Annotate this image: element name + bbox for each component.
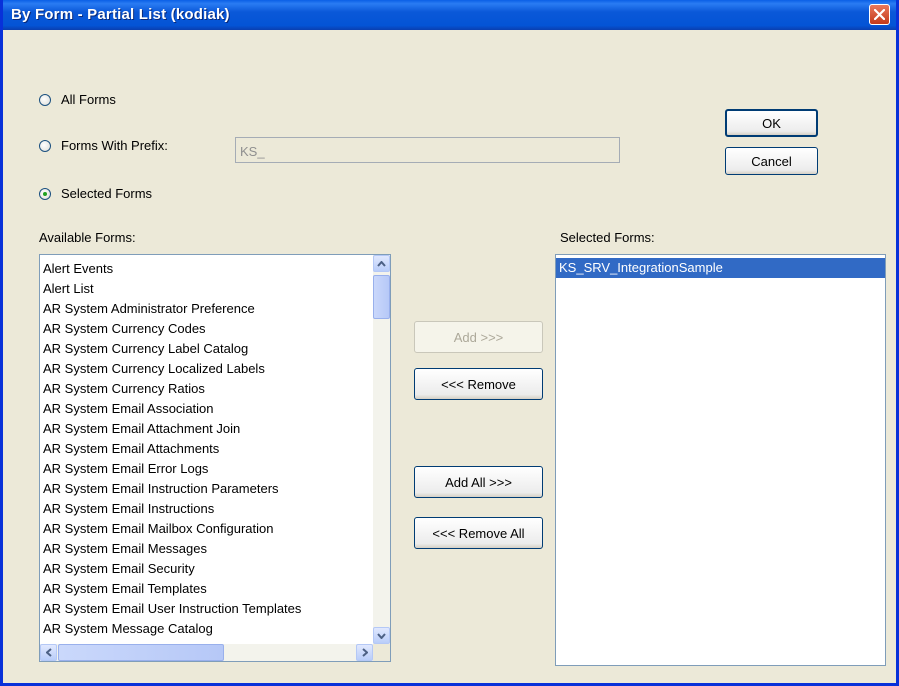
remove-all-button[interactable]: <<< Remove All: [414, 517, 543, 549]
scroll-down-button[interactable]: [373, 627, 390, 644]
list-item[interactable]: AR System Email Attachment Join: [40, 419, 390, 439]
all-forms-radio[interactable]: [39, 93, 51, 106]
list-item[interactable]: AR System Message Catalog: [40, 619, 390, 639]
prefix-radio[interactable]: [39, 139, 51, 152]
list-item[interactable]: AR System Administrator Preference: [40, 299, 390, 319]
selected-forms-option-label: Selected Forms: [61, 186, 153, 201]
dialog-window: By Form - Partial List (kodiak) All Form…: [0, 0, 899, 686]
prefix-option[interactable]: Forms With Prefix:: [39, 138, 168, 153]
scroll-corner: [373, 644, 390, 661]
list-item[interactable]: AR System Currency Ratios: [40, 379, 390, 399]
prefix-label: Forms With Prefix:: [61, 138, 168, 153]
arrow-left-icon: [45, 648, 52, 657]
list-item[interactable]: AR System Currency Label Catalog: [40, 339, 390, 359]
list-item[interactable]: AR System Email Association: [40, 399, 390, 419]
horizontal-scrollbar[interactable]: [40, 644, 373, 661]
vertical-scrollbar[interactable]: [373, 255, 390, 644]
selected-forms-option[interactable]: Selected Forms: [39, 186, 152, 201]
scroll-up-button[interactable]: [373, 255, 390, 272]
list-item[interactable]: KS_SRV_IntegrationSample: [556, 258, 885, 278]
list-item[interactable]: AR System Currency Localized Labels: [40, 359, 390, 379]
vertical-scroll-thumb[interactable]: [373, 275, 390, 319]
title-bar[interactable]: By Form - Partial List (kodiak): [3, 0, 896, 30]
all-forms-option[interactable]: All Forms: [39, 92, 116, 107]
list-item[interactable]: AR System Email Instructions: [40, 499, 390, 519]
list-item[interactable]: AR System Email User Instruction Templat…: [40, 599, 390, 619]
arrow-down-icon: [377, 632, 386, 639]
cancel-button[interactable]: Cancel: [725, 147, 818, 175]
close-button[interactable]: [869, 4, 890, 25]
all-forms-label: All Forms: [61, 92, 116, 107]
arrow-right-icon: [361, 648, 368, 657]
list-item[interactable]: AR System Email Messages: [40, 539, 390, 559]
list-item[interactable]: AR System Email Templates: [40, 579, 390, 599]
add-all-button[interactable]: Add All >>>: [414, 466, 543, 498]
list-item[interactable]: Alert List: [40, 279, 390, 299]
selected-forms-radio[interactable]: [39, 187, 51, 200]
selected-forms-label: Selected Forms:: [560, 230, 655, 245]
window-title: By Form - Partial List (kodiak): [11, 6, 230, 23]
close-icon: [874, 9, 885, 20]
prefix-input[interactable]: KS_: [235, 137, 620, 163]
list-item[interactable]: AR System Email Error Logs: [40, 459, 390, 479]
scroll-left-button[interactable]: [40, 644, 57, 661]
arrow-up-icon: [377, 260, 386, 267]
available-forms-label: Available Forms:: [39, 230, 136, 245]
list-item[interactable]: AR System Email Attachments: [40, 439, 390, 459]
scroll-right-button[interactable]: [356, 644, 373, 661]
list-item[interactable]: AR System Email Mailbox Configuration: [40, 519, 390, 539]
horizontal-scroll-thumb[interactable]: [58, 644, 224, 661]
list-item[interactable]: Alert Events: [40, 259, 390, 279]
list-item[interactable]: AR System Currency Codes: [40, 319, 390, 339]
available-forms-list[interactable]: Alert Events Alert List AR System Administ…: [39, 254, 391, 662]
selected-forms-list[interactable]: KS_SRV_IntegrationSample: [555, 254, 886, 666]
list-item[interactable]: AR System Email Security: [40, 559, 390, 579]
add-button[interactable]: Add >>>: [414, 321, 543, 353]
list-item[interactable]: AR System Email Instruction Parameters: [40, 479, 390, 499]
remove-button[interactable]: <<< Remove: [414, 368, 543, 400]
ok-button[interactable]: OK: [725, 109, 818, 137]
